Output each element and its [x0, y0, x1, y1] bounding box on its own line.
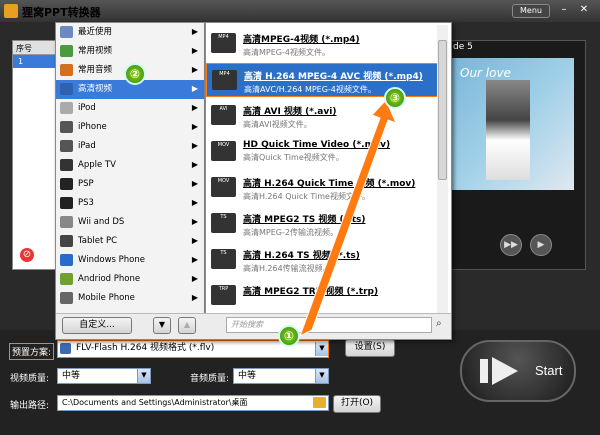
step-three-badge: ③ — [384, 87, 406, 109]
step-two-badge: ② — [124, 63, 146, 85]
step-one-badge: ① — [278, 325, 300, 347]
annotation-arrow — [299, 99, 397, 338]
